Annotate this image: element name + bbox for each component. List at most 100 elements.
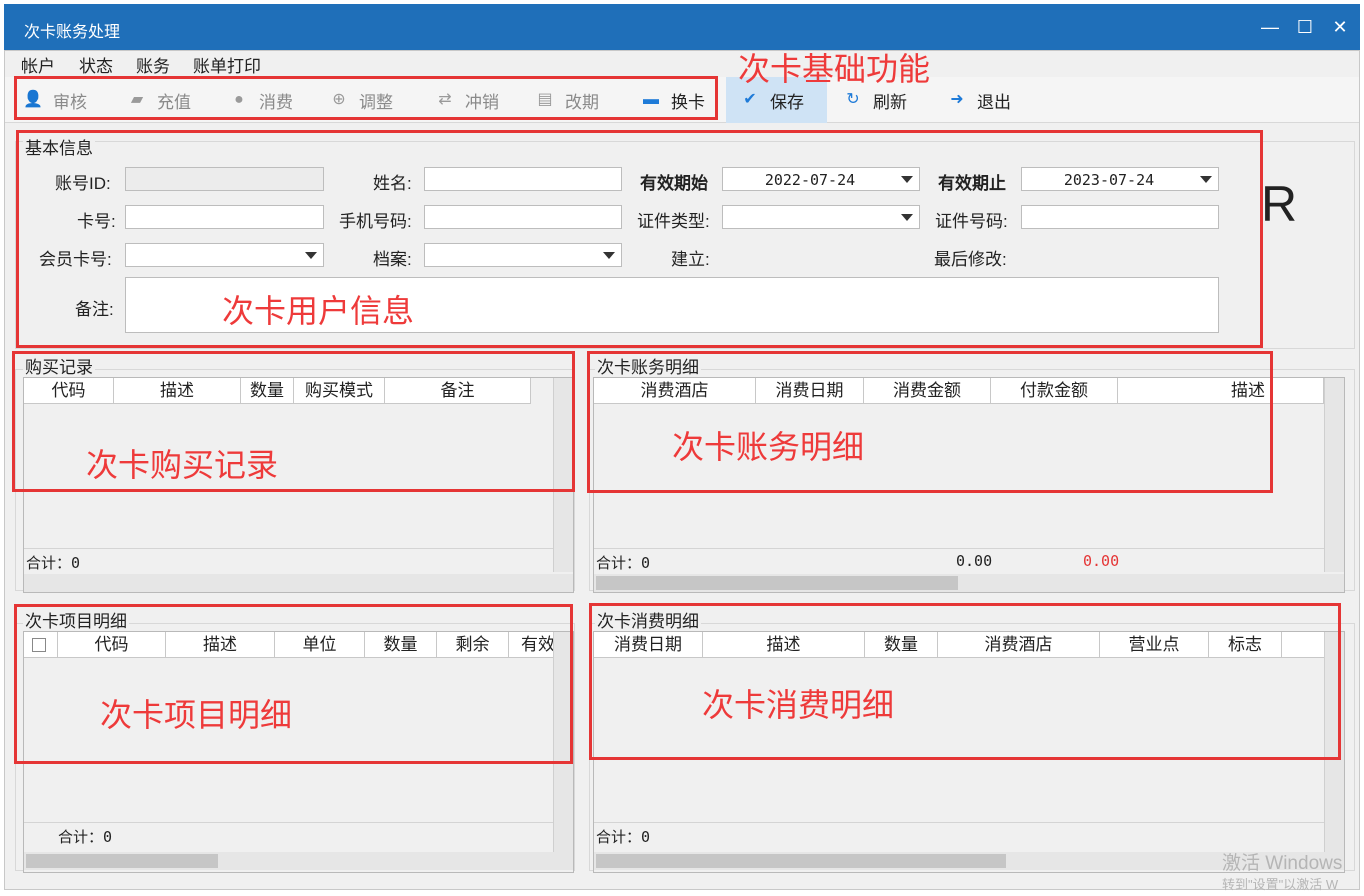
archive-select[interactable]: [424, 243, 622, 267]
check-circle-icon: ✔: [743, 91, 757, 108]
column-header[interactable]: 购买模式: [294, 378, 385, 404]
save-label: 保存: [770, 92, 804, 112]
purchase-total: 合计：0: [26, 554, 81, 572]
activation-hint: 转到"设置"以激活 W: [1222, 877, 1339, 892]
column-header[interactable]: 描述: [1118, 378, 1324, 404]
vertical-scrollbar[interactable]: [1324, 378, 1344, 572]
column-header[interactable]: 单位: [275, 632, 365, 658]
menu-bar: 帐户 状态 账务 账单打印: [5, 51, 1359, 77]
exit-button[interactable]: ➜ 退出: [947, 77, 1011, 123]
name-label: 姓名:: [373, 174, 412, 193]
id-no-label: 证件号码:: [935, 212, 1008, 231]
consume-title: 次卡消费明细: [595, 607, 701, 632]
column-header[interactable]: 描述: [166, 632, 275, 658]
audit-button[interactable]: 👤 审核: [23, 77, 87, 123]
column-header[interactable]: 消费金额: [864, 378, 991, 404]
reschedule-button[interactable]: ▤ 改期: [535, 77, 599, 123]
column-header[interactable]: 代码: [24, 378, 114, 404]
horizontal-scrollbar[interactable]: [24, 852, 573, 870]
account-footer: 合计：0 0.00 0.00: [594, 548, 1324, 572]
horizontal-scrollbar[interactable]: [594, 574, 1344, 592]
id-type-select[interactable]: [722, 205, 920, 229]
vertical-scrollbar[interactable]: [1324, 632, 1344, 852]
basic-info-title: 基本信息: [23, 134, 95, 159]
account-total: 合计：0: [596, 554, 651, 572]
consume-button[interactable]: ● 消费: [229, 77, 293, 123]
account-id-label: 账号ID:: [55, 174, 111, 193]
menu-bill-print[interactable]: 账单打印: [193, 52, 261, 77]
column-header[interactable]: 消费日期: [594, 632, 703, 658]
column-header[interactable]: 标志: [1209, 632, 1282, 658]
card-no-field[interactable]: [125, 205, 324, 229]
title-bar: 次卡账务处理 — ☐ ✕: [4, 4, 1360, 50]
valid-end-label: 有效期止: [938, 174, 1006, 193]
column-header[interactable]: 消费日期: [756, 378, 864, 404]
account-grid[interactable]: 消费酒店 消费日期 消费金额 付款金额 描述 合计：0 0.00 0.00: [593, 377, 1345, 593]
scroll-thumb[interactable]: [26, 854, 218, 868]
column-header[interactable]: 有效: [509, 632, 553, 658]
archive-label: 档案:: [373, 250, 412, 269]
recharge-button[interactable]: ▰ 充值: [127, 77, 191, 123]
scroll-thumb[interactable]: [596, 576, 958, 590]
member-card-select[interactable]: [125, 243, 324, 267]
reschedule-label: 改期: [565, 92, 599, 112]
column-header[interactable]: 备注: [385, 378, 531, 404]
column-header[interactable]: 数量: [365, 632, 437, 658]
valid-start-picker[interactable]: 2022-07-24: [722, 167, 920, 191]
minimize-button[interactable]: —: [1252, 10, 1288, 44]
id-no-field[interactable]: [1021, 205, 1219, 229]
column-header[interactable]: 描述: [114, 378, 241, 404]
reverse-button[interactable]: ⇄ 冲销: [435, 77, 499, 123]
window-title: 次卡账务处理: [24, 24, 121, 41]
valid-end-picker[interactable]: 2023-07-24: [1021, 167, 1219, 191]
valid-start-label: 有效期始: [640, 174, 708, 193]
calendar-icon: ▤: [537, 91, 553, 108]
exit-label: 退出: [977, 92, 1011, 112]
select-all-checkbox[interactable]: [32, 638, 46, 652]
menu-status[interactable]: 状态: [79, 52, 113, 77]
account-id-field[interactable]: [125, 167, 324, 191]
valid-start-value: 2022-07-24: [764, 171, 856, 189]
refresh-icon: ↻: [846, 91, 860, 108]
change-card-button[interactable]: ▬ 换卡: [641, 77, 705, 123]
maximize-button[interactable]: ☐: [1287, 10, 1323, 44]
column-header[interactable]: 营业点: [1100, 632, 1209, 658]
column-header[interactable]: 数量: [865, 632, 938, 658]
consume-label: 消费: [259, 92, 293, 112]
exit-icon: ➜: [950, 91, 964, 108]
items-grid[interactable]: 代码 描述 单位 数量 剩余 有效 合计：0: [23, 631, 574, 873]
column-header[interactable]: 数量: [241, 378, 294, 404]
column-header[interactable]: 描述: [703, 632, 865, 658]
menu-billing[interactable]: 账务: [136, 52, 170, 77]
consume-sum: 0.00: [956, 552, 993, 570]
toolbar: 👤 审核 ▰ 充值 ● 消费 ⊕ 调整 ⇄ 冲销 ▤ 改期 ▬ 换卡 ✔ 保存 ↻ 刷新 ➜ 退出: [5, 77, 1359, 123]
purchase-annotation: 次卡购买记录: [86, 446, 279, 484]
wallet-icon: ▰: [130, 91, 144, 108]
vertical-scrollbar[interactable]: [553, 632, 573, 852]
id-type-label: 证件类型:: [637, 212, 710, 231]
column-header[interactable]: 代码: [58, 632, 166, 658]
purchase-title: 购买记录: [23, 353, 95, 378]
mobile-label: 手机号码:: [339, 212, 412, 231]
basic-functions-annotation: 次卡基础功能: [738, 50, 931, 88]
horizontal-scrollbar[interactable]: [24, 574, 573, 592]
chevron-down-icon: [305, 252, 317, 259]
column-header[interactable]: 消费酒店: [938, 632, 1100, 658]
created-label: 建立:: [671, 250, 710, 269]
close-button[interactable]: ✕: [1322, 10, 1358, 44]
menu-account[interactable]: 帐户: [21, 52, 55, 77]
audit-label: 审核: [53, 92, 87, 112]
pay-sum: 0.00: [1083, 552, 1120, 570]
consume-grid[interactable]: 消费日期 描述 数量 消费酒店 营业点 标志 合计：0: [593, 631, 1345, 873]
column-header[interactable]: 消费酒店: [594, 378, 756, 404]
name-field[interactable]: [424, 167, 622, 191]
column-header[interactable]: 剩余: [437, 632, 509, 658]
column-header[interactable]: 付款金额: [991, 378, 1118, 404]
scroll-thumb[interactable]: [596, 854, 1006, 868]
consume-grid-header: 消费日期 描述 数量 消费酒店 营业点 标志: [594, 632, 1324, 658]
vertical-scrollbar[interactable]: [553, 378, 573, 572]
adjust-button[interactable]: ⊕ 调整: [329, 77, 393, 123]
mobile-field[interactable]: [424, 205, 622, 229]
valid-end-value: 2023-07-24: [1063, 171, 1155, 189]
user-info-annotation: 次卡用户信息: [222, 292, 415, 330]
